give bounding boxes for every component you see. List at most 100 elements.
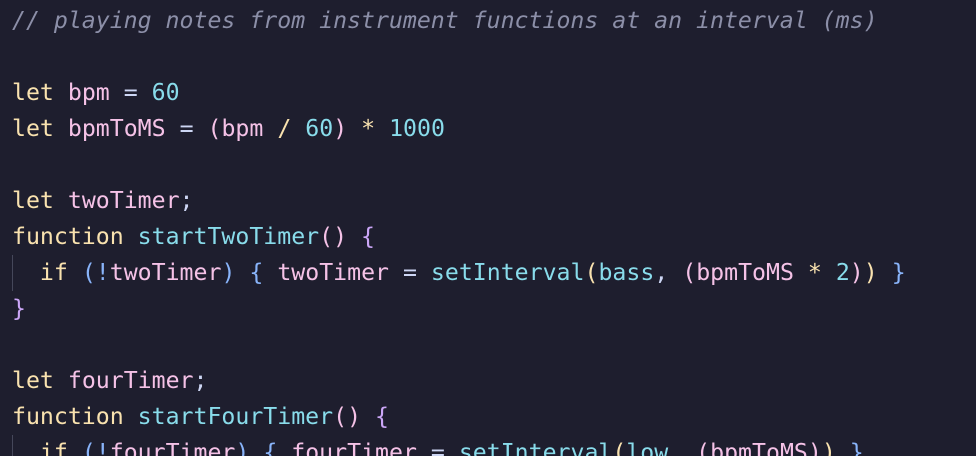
- code-line[interactable]: [12, 39, 906, 75]
- code-line[interactable]: }: [12, 291, 906, 327]
- code-token: if: [39, 259, 68, 286]
- code-token: bass: [598, 259, 655, 286]
- code-token: low: [626, 439, 669, 456]
- code-token: ;: [193, 367, 208, 394]
- code-line[interactable]: let fourTimer;: [12, 363, 906, 399]
- code-line[interactable]: function startTwoTimer() {: [12, 219, 906, 255]
- code-token: }: [891, 259, 906, 286]
- code-line[interactable]: let twoTimer;: [12, 183, 906, 219]
- code-token: let: [12, 367, 54, 394]
- code-token: (: [696, 439, 711, 456]
- code-token: startFourTimer: [137, 403, 334, 430]
- code-token: (: [207, 115, 222, 142]
- code-token: bpmToMS: [696, 259, 794, 286]
- code-token: !: [95, 259, 110, 286]
- code-line[interactable]: // playing notes from instrument functio…: [12, 3, 906, 39]
- code-line[interactable]: if (!fourTimer) { fourTimer = setInterva…: [12, 435, 906, 456]
- code-token: }: [12, 295, 26, 322]
- code-token: fourTimer: [291, 439, 417, 456]
- code-token: (: [81, 439, 96, 456]
- code-token: {: [375, 403, 389, 430]
- code-token: twoTimer: [109, 259, 222, 286]
- code-token: bpm: [221, 115, 264, 142]
- code-token: function: [12, 403, 124, 430]
- code-token: {: [361, 223, 375, 250]
- code-token: // playing notes from instrument functio…: [12, 7, 878, 34]
- code-token: *: [361, 115, 376, 142]
- code-token: 60: [305, 115, 334, 142]
- code-token: ): [821, 439, 836, 456]
- code-token: ;: [179, 187, 194, 214]
- code-token: =: [123, 79, 138, 106]
- code-token: /: [277, 115, 292, 142]
- code-token: ): [235, 439, 250, 456]
- code-line[interactable]: if (!twoTimer) { twoTimer = setInterval(…: [12, 255, 906, 291]
- code-line[interactable]: let bpm = 60: [12, 75, 906, 111]
- code-token: ,: [654, 259, 669, 286]
- code-token: ): [221, 259, 236, 286]
- code-token: (: [81, 259, 96, 286]
- code-token: if: [39, 439, 68, 456]
- code-token: ,: [668, 439, 683, 456]
- code-line[interactable]: let bpmToMS = (bpm / 60) * 1000: [12, 111, 906, 147]
- code-token: =: [179, 115, 194, 142]
- code-token: (: [682, 259, 697, 286]
- code-token: bpmToMS: [710, 439, 808, 456]
- code-token: let: [12, 115, 54, 142]
- code-token: ): [333, 115, 348, 142]
- code-token: twoTimer: [277, 259, 389, 286]
- code-token: fourTimer: [67, 367, 194, 394]
- code-line[interactable]: function startFourTimer() {: [12, 399, 906, 435]
- code-token: bpmToMS: [67, 115, 166, 142]
- code-token: 1000: [389, 115, 445, 142]
- code-token: twoTimer: [67, 187, 180, 214]
- code-token: {: [263, 439, 278, 456]
- code-token: bpm: [67, 79, 110, 106]
- code-token: setInterval: [458, 439, 613, 456]
- code-line[interactable]: [12, 327, 906, 363]
- indent-guide: [12, 435, 13, 456]
- code-token: =: [430, 439, 445, 456]
- code-token: startTwoTimer: [137, 223, 320, 250]
- code-token: (): [319, 223, 348, 250]
- code-token: function: [12, 223, 124, 250]
- code-token: let: [12, 187, 54, 214]
- code-token: (: [584, 259, 599, 286]
- code-token: *: [807, 259, 822, 286]
- code-area[interactable]: // playing notes from instrument functio…: [12, 3, 906, 456]
- code-token: ): [849, 259, 864, 286]
- code-line[interactable]: [12, 147, 906, 183]
- code-token: {: [249, 259, 264, 286]
- indent-guide: [12, 255, 13, 291]
- code-editor[interactable]: // playing notes from instrument functio…: [0, 0, 976, 456]
